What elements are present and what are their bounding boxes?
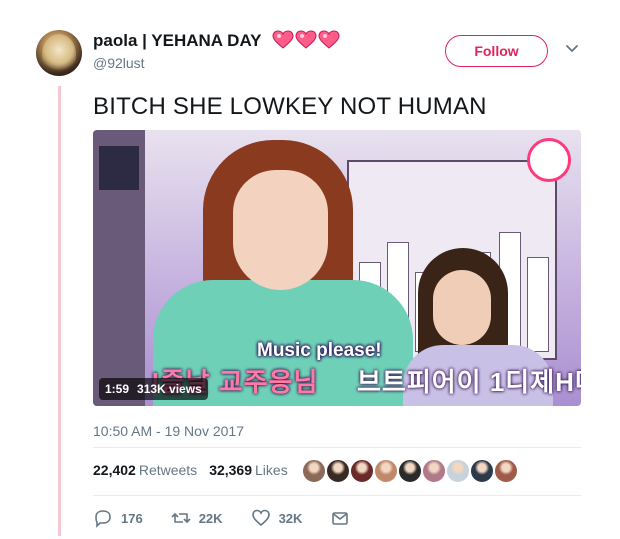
liker-avatars — [301, 458, 519, 484]
retweet-count: 22K — [198, 510, 223, 526]
retweet-icon — [171, 513, 191, 523]
retweet-button[interactable]: 22K — [171, 508, 223, 528]
liker-avatar[interactable] — [397, 458, 423, 484]
liker-avatar[interactable] — [301, 458, 327, 484]
likes-stat[interactable]: 32,369 Likes — [209, 462, 288, 478]
direct-message-button[interactable] — [330, 508, 350, 528]
reply-button[interactable]: 176 — [93, 508, 143, 528]
likes-count: 32,369 — [209, 462, 253, 478]
revolving-hearts-icon — [272, 30, 340, 50]
liker-avatar[interactable] — [373, 458, 399, 484]
video-subtitle-english: Music please! — [257, 340, 382, 361]
broadcast-sidebar-graphic — [93, 130, 145, 406]
video-duration: 1:59 — [105, 382, 130, 396]
like-button[interactable]: 32K — [251, 508, 303, 528]
heart-icon — [251, 509, 270, 527]
liker-avatar[interactable] — [469, 458, 495, 484]
tweet-text: BITCH SHE LOWKEY NOT HUMAN — [93, 93, 487, 120]
follow-button[interactable]: Follow — [445, 35, 548, 67]
engagement-stats: 22,402 Retweets 32,369 Likes — [93, 462, 288, 478]
video-duration-badge: 1:59 313K views — [99, 378, 208, 400]
liker-avatar[interactable] — [325, 458, 351, 484]
liker-avatar[interactable] — [493, 458, 519, 484]
user-handle[interactable]: @92lust — [93, 55, 145, 71]
liker-avatar[interactable] — [421, 458, 447, 484]
tweet-timestamp[interactable]: 10:50 AM - 19 Nov 2017 — [93, 423, 244, 439]
liker-avatar[interactable] — [349, 458, 375, 484]
retweets-stat[interactable]: 22,402 Retweets — [93, 462, 197, 478]
envelope-icon — [332, 512, 349, 525]
avatar[interactable] — [36, 30, 82, 76]
chevron-down-icon[interactable] — [565, 44, 579, 54]
retweets-label: Retweets — [138, 462, 198, 478]
video-view-count: 313K views — [137, 382, 202, 396]
conversation-thread-line — [58, 86, 61, 536]
retweets-count: 22,402 — [93, 462, 136, 478]
reply-count: 176 — [121, 510, 143, 526]
video-subtitle-korean-right: 브트피어이 1디제H다 — [357, 367, 581, 397]
channel-logo — [527, 138, 571, 182]
tweet-actions: 176 22K 32K — [93, 508, 378, 528]
video-player[interactable]: Music please! !즐날 교주응님 브트피어이 1디제H다 1:59 … — [93, 130, 581, 406]
divider — [93, 447, 581, 448]
liker-avatar[interactable] — [445, 458, 471, 484]
like-count: 32K — [278, 510, 303, 526]
divider — [93, 495, 581, 496]
reply-icon — [95, 510, 111, 528]
display-name[interactable]: paola | YEHANA DAY — [93, 31, 262, 51]
likes-label: Likes — [255, 462, 288, 478]
